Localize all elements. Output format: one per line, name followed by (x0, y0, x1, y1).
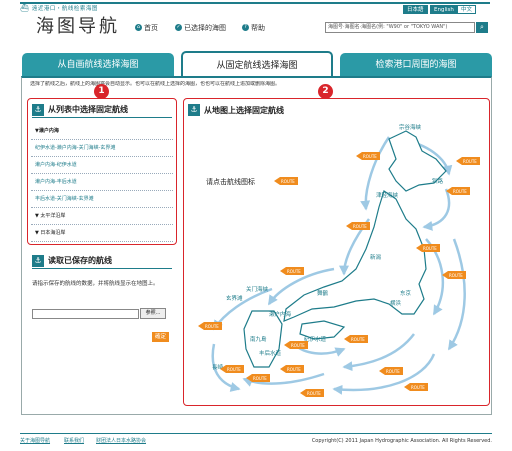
search-button[interactable]: ⌕ (476, 22, 488, 33)
japan-landmass (243, 130, 447, 368)
label-seto: 濑户内海 (269, 310, 292, 318)
lang-english-button[interactable]: English (430, 5, 458, 14)
footer-rule (20, 433, 492, 434)
label-soya: 宗谷海峡 (399, 123, 422, 131)
lang-chinese-button[interactable]: 中文 (457, 5, 477, 14)
ship-icon: ⛴ (20, 3, 29, 12)
label-yokohama: 横浜 (390, 299, 402, 307)
route-icon-label: ROUTE (291, 343, 305, 348)
nav-favorites-label: 已选择的海图 (184, 23, 226, 32)
brand-strip: ⛴ 遠近港口・航线检索海图 (20, 3, 98, 12)
route-icon-genkai[interactable]: ROUTE (198, 322, 222, 330)
home-icon: ⌂ (135, 24, 142, 31)
route-icon-tsugaru[interactable]: ROUTE (346, 222, 370, 230)
help-icon: ? (242, 24, 249, 31)
tab-fixed-route[interactable]: 从固定航线选择海图 (181, 51, 333, 77)
site-title[interactable]: 海图导航 (36, 12, 120, 38)
step-badge-1: 1 (94, 84, 109, 99)
saved-panel-header: ⚓ 读取已保存的航线 (32, 253, 172, 269)
nav-home-label: 首页 (144, 23, 158, 32)
route-icon-label: ROUTE (411, 385, 425, 390)
tab-port-search[interactable]: 检索港口周围的海图 (340, 53, 492, 77)
list-panel-title: 从列表中选择固定航线 (48, 105, 128, 114)
route-icon-izu[interactable]: ROUTE (404, 383, 428, 391)
nav-help-label: 帮助 (251, 23, 265, 32)
footer-about-link[interactable]: 关于海图导航 (20, 437, 50, 446)
route-group-pacific[interactable]: ▼ 太平洋沿岸 (31, 208, 173, 225)
route-icon-okhotsk[interactable]: ROUTE (456, 157, 480, 165)
check-icon: ✓ (175, 24, 182, 31)
route-icon-enshu[interactable]: ROUTE (344, 335, 368, 343)
label-genkai: 玄界滩 (226, 294, 243, 302)
label-maizuru: 舞鶴 (317, 289, 329, 297)
route-group-seto[interactable]: ▼濑户内海 (31, 123, 173, 140)
list-panel-header: ⚓ 从列表中选择固定航线 (32, 102, 172, 118)
route-icon-label: ROUTE (351, 337, 365, 342)
footer-contact-link[interactable]: 联系我们 (64, 437, 84, 446)
search-icon: ⌕ (480, 23, 484, 31)
route-icon-label: ROUTE (287, 367, 301, 372)
route-icon-label: ROUTE (453, 189, 467, 194)
route-arrow (422, 188, 451, 231)
route-icon-label: ROUTE (353, 224, 367, 229)
route-item-seto-bungo[interactable]: 濑户内海-丰后水道 (31, 174, 173, 191)
label-tsugaru: 津轻海峡 (376, 191, 399, 199)
route-icon-label: ROUTE (287, 269, 301, 274)
route-icon-layer: ROUTE ROUTE ROUTE ROUTE ROUTE ROUTE ROUT… (198, 152, 480, 397)
route-item-bungo-kanmon-genkai[interactable]: 丰后水道-关门海峡-玄界滩 (31, 191, 173, 208)
route-icon-label: ROUTE (423, 246, 437, 251)
footer-copyright: Copyright(C) 2011 Japan Hydrographic Ass… (311, 438, 492, 444)
route-group-japan-sea[interactable]: ▼ 日本海沿岸 (31, 225, 173, 242)
route-icon-label: ROUTE (449, 273, 463, 278)
confirm-button[interactable]: 確定 (152, 332, 169, 342)
footer-association-link[interactable]: 财团法人日本水路协会 (96, 437, 146, 446)
route-icon-label: ROUTE (253, 376, 267, 381)
browse-button[interactable]: 参照... (140, 308, 166, 319)
label-niigata: 新潟 (370, 253, 382, 261)
route-icon-shikoku-south[interactable]: ROUTE (280, 365, 304, 373)
label-minami: 南九島 (250, 335, 267, 343)
route-icon-label: ROUTE (363, 154, 377, 159)
route-icon-sample[interactable]: ROUTE (274, 177, 298, 185)
route-icon-pacific-south[interactable]: ROUTE (300, 389, 324, 397)
brand-strip-text: 遠近港口・航线检索海图 (31, 5, 98, 12)
route-arrow (447, 238, 466, 351)
map-hint-text: 请点击航线图标 (206, 177, 255, 186)
route-icon-pacific-east[interactable]: ROUTE (442, 271, 466, 279)
label-tokyo: 东京 (400, 289, 412, 297)
route-icon-label: ROUTE (463, 159, 477, 164)
route-item-kii-seto-kanmon-genkai[interactable]: 纪伊水道-濑户内海-关门海峡-玄界滩 (31, 140, 173, 157)
route-icon-seto[interactable]: ROUTE (284, 341, 308, 349)
footer: 关于海图导航 联系我们 财团法人日本水路协会 Copyright(C) 2011… (20, 437, 492, 446)
route-icon-label: ROUTE (205, 324, 219, 329)
anchor-icon: ⚓ (32, 103, 44, 116)
route-item-seto-kii[interactable]: 濑户内海-纪伊水道 (31, 157, 173, 174)
route-icon-label: ROUTE (281, 179, 295, 184)
search-input[interactable]: 海图号·海图名·海图名(例: "W90" or "TOKYO WAN") (325, 22, 475, 33)
saved-panel-title: 读取已保存的航线 (48, 256, 112, 265)
route-icon-kii-offshore[interactable]: ROUTE (379, 367, 403, 375)
route-icon-japan-sea[interactable]: ROUTE (280, 267, 304, 275)
anchor-icon: ⚓ (32, 254, 44, 267)
honshu-shape (283, 190, 427, 322)
tab-draw-route[interactable]: 从自画航线选择海图 (22, 53, 174, 77)
route-icon-label: ROUTE (307, 391, 321, 396)
route-icon-nagasaki[interactable]: ROUTE (220, 365, 244, 373)
route-icon-soya[interactable]: ROUTE (356, 152, 380, 160)
nav-home-link[interactable]: ⌂ 首页 (135, 22, 158, 33)
route-icon-kushiro[interactable]: ROUTE (446, 187, 470, 195)
nav-favorites-link[interactable]: ✓ 已选择的海图 (175, 22, 226, 33)
label-bungo: 丰后水道 (259, 349, 282, 357)
japan-route-map: 宗谷海峡 津轻海峡 钏路 新潟 舞鶴 东京 横浜 关门海峡 玄界滩 濑户内海 纪… (198, 123, 480, 397)
nav-help-link[interactable]: ? 帮助 (242, 22, 265, 33)
fixed-route-list: ▼濑户内海 纪伊水道-濑户内海-关门海峡-玄界滩 濑户内海-纪伊水道 濑户内海-… (31, 123, 173, 242)
route-icon-label: ROUTE (227, 367, 241, 372)
step-badge-2: 2 (318, 84, 333, 99)
lang-japanese-button[interactable]: 日本語 (403, 5, 428, 14)
label-kushiro: 钏路 (432, 177, 444, 185)
route-icon-label: ROUTE (386, 369, 400, 374)
saved-panel-description: 请指示保存的航线的数据，并将航线显示在地图上。 (32, 281, 159, 287)
saved-file-input[interactable] (32, 309, 139, 319)
label-kanmon: 关门海峡 (246, 285, 269, 293)
